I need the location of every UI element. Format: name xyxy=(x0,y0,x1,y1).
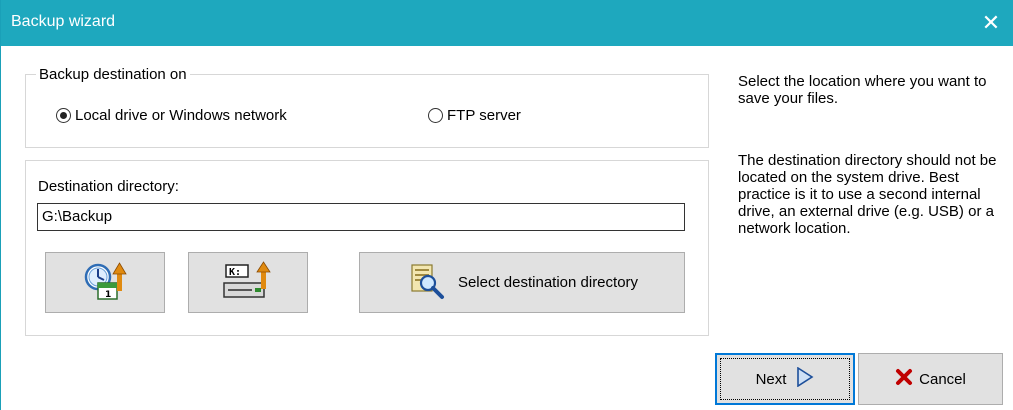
backup-wizard-window: Backup wizard ✕ Backup destination on Lo… xyxy=(0,0,1013,410)
radio-ftp-server-label: FTP server xyxy=(447,107,521,124)
drive-k-upload-icon: K: xyxy=(222,260,274,305)
destination-directory-label: Destination directory: xyxy=(38,178,179,195)
drive-letter-text: K: xyxy=(229,267,241,278)
title-bar: Backup wizard ✕ xyxy=(1,0,1013,46)
backup-destination-group: Backup destination on Local drive or Win… xyxy=(25,66,709,148)
select-destination-directory-label: Select destination directory xyxy=(457,274,639,291)
radio-ftp-server-circle xyxy=(428,108,443,123)
drive-k-backup-button[interactable]: K: xyxy=(188,252,308,313)
red-x-icon xyxy=(895,368,913,390)
next-button[interactable]: Next xyxy=(715,353,855,405)
help-text-destination-advice: The destination directory should not be … xyxy=(738,152,997,237)
radio-local-drive-circle xyxy=(56,108,71,123)
help-text-location: Select the location where you want to sa… xyxy=(738,73,987,107)
radio-selected-dot xyxy=(60,112,67,119)
window-title: Backup wizard xyxy=(11,13,116,30)
destination-directory-input[interactable]: G:\Backup xyxy=(37,203,685,231)
radio-local-drive-label: Local drive or Windows network xyxy=(75,107,287,124)
svg-text:1: 1 xyxy=(105,290,111,300)
folder-search-icon xyxy=(406,261,446,305)
select-destination-directory-button[interactable]: Select destination directory xyxy=(359,252,685,313)
backup-destination-legend: Backup destination on xyxy=(36,66,190,83)
next-button-label: Next xyxy=(755,370,787,388)
cancel-button-label: Cancel xyxy=(919,370,966,388)
play-arrow-icon xyxy=(796,366,814,391)
radio-local-drive[interactable]: Local drive or Windows network xyxy=(56,107,287,124)
schedule-backup-button[interactable]: 1 xyxy=(45,252,165,313)
close-button[interactable]: ✕ xyxy=(968,0,1013,46)
radio-ftp-server[interactable]: FTP server xyxy=(428,107,521,124)
destination-directory-group: Destination directory: G:\Backup 1 K: Se… xyxy=(25,160,709,336)
clock-calendar-upload-icon: 1 xyxy=(83,261,127,305)
cancel-button[interactable]: Cancel xyxy=(858,353,1003,405)
